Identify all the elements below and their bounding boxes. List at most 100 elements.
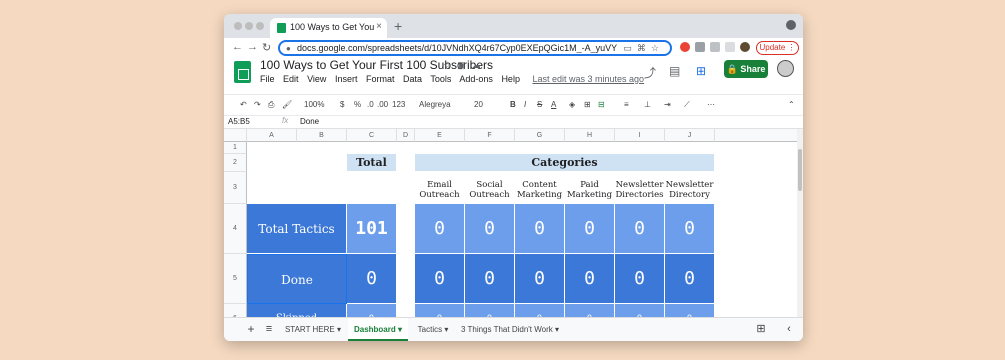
name-box[interactable]: A5:B5 — [228, 117, 250, 126]
sheet-tab-start-here[interactable]: START HERE ▾ — [282, 318, 344, 341]
meet-icon[interactable]: ⊞ — [696, 64, 706, 78]
total-header[interactable]: Total — [347, 154, 397, 172]
reload-icon[interactable]: ↻ — [262, 41, 271, 54]
avatar[interactable] — [777, 60, 794, 77]
column-header-f[interactable]: F — [465, 129, 515, 142]
skipped-value[interactable]: 0 — [515, 304, 565, 317]
column-header-h[interactable]: H — [565, 129, 615, 142]
done-value[interactable]: 0 — [465, 254, 515, 304]
vertical-align-icon[interactable]: ⊥ — [644, 100, 651, 109]
total-tactics-value[interactable]: 0 — [515, 204, 565, 254]
menu-edit[interactable]: Edit — [283, 74, 299, 84]
skipped-value[interactable]: 0 — [615, 304, 665, 317]
star-move-cloud-icon[interactable]: ☆▣☁ — [443, 60, 487, 71]
last-edit-link[interactable]: Last edit was 3 minutes ago — [532, 74, 644, 84]
scrollbar-thumb[interactable] — [798, 149, 802, 191]
skipped-value[interactable]: 0 — [415, 304, 465, 317]
format-select[interactable]: 123 — [392, 100, 405, 109]
decrease-decimal-button[interactable]: .0 — [367, 100, 374, 109]
row-header-6[interactable]: 6 — [224, 304, 247, 317]
row-label-skipped[interactable]: Skipped — [247, 304, 347, 317]
menu-format[interactable]: Format — [366, 74, 395, 84]
skipped-value[interactable]: 0 — [665, 304, 715, 317]
more-icon[interactable]: ⋯ — [707, 100, 715, 109]
extension-icon[interactable] — [680, 42, 690, 52]
media-icon[interactable] — [725, 42, 735, 52]
sheets-logo-icon[interactable] — [234, 61, 251, 83]
total-tactics-value[interactable]: 0 — [565, 204, 615, 254]
menu-tools[interactable]: Tools — [430, 74, 451, 84]
total-tactics-value[interactable]: 0 — [665, 204, 715, 254]
column-header-e[interactable]: E — [415, 129, 465, 142]
sheet-tab-tactics[interactable]: Tactics ▾ — [412, 318, 454, 341]
italic-icon[interactable]: I — [524, 100, 526, 109]
column-header-g[interactable]: G — [515, 129, 565, 142]
row-header-1[interactable]: 1 — [224, 142, 247, 154]
puzzle-icon[interactable] — [710, 42, 720, 52]
column-header-c[interactable]: C — [347, 129, 397, 142]
formula-input[interactable]: Done — [300, 117, 319, 126]
borders-icon[interactable]: ⊞ — [584, 100, 591, 109]
align-left-icon[interactable]: ≡ — [624, 100, 629, 109]
vertical-scrollbar[interactable] — [797, 129, 803, 317]
column-header-b[interactable]: B — [297, 129, 347, 142]
add-sheet-button[interactable]: + — [244, 318, 258, 341]
menu-data[interactable]: Data — [403, 74, 422, 84]
text-color-icon[interactable]: A — [551, 100, 556, 109]
currency-button[interactable]: $ — [340, 100, 344, 109]
category-newsletter-directory[interactable]: Newsletter Directory — [665, 180, 715, 204]
activity-icon[interactable]: ⤴ — [644, 64, 656, 81]
bold-icon[interactable]: B — [510, 100, 516, 109]
share-button[interactable]: 🔒 Share — [724, 60, 768, 78]
extension-icon[interactable] — [695, 42, 705, 52]
category-email-outreach[interactable]: Email Outreach — [415, 180, 465, 204]
text-rotation-icon[interactable]: ⟋ — [684, 100, 690, 110]
all-sheets-button[interactable]: ≡ — [262, 318, 276, 341]
menu-file[interactable]: File — [260, 74, 275, 84]
done-value[interactable]: 0 — [615, 254, 665, 304]
done-value[interactable]: 0 — [515, 254, 565, 304]
column-header-a[interactable]: A — [247, 129, 297, 142]
total-tactics-value[interactable]: 0 — [615, 204, 665, 254]
row-header-3[interactable]: 3 — [224, 172, 247, 204]
menu-help[interactable]: Help — [501, 74, 520, 84]
tab-close-icon[interactable]: × — [376, 21, 382, 32]
zoom-select[interactable]: 100% — [304, 100, 324, 109]
done-value[interactable]: 0 — [665, 254, 715, 304]
menu-view[interactable]: View — [307, 74, 326, 84]
browser-tab[interactable]: 100 Ways to Get Your First 100 × — [270, 18, 387, 38]
merge-cells-icon[interactable]: ⊟ — [598, 100, 605, 109]
category-newsletter-directories[interactable]: Newsletter Directories — [615, 180, 665, 204]
collapse-sidebar-icon[interactable]: ‹ — [782, 318, 796, 341]
forward-icon[interactable]: → — [247, 41, 258, 53]
strikethrough-icon[interactable]: S — [537, 100, 542, 109]
row-header-4[interactable]: 4 — [224, 204, 247, 254]
column-header-j[interactable]: J — [665, 129, 715, 142]
select-all-corner[interactable] — [224, 129, 247, 142]
back-icon[interactable]: ← — [232, 41, 243, 53]
new-tab-button[interactable]: + — [394, 18, 402, 34]
window-menu-icon[interactable] — [786, 20, 796, 30]
column-header-i[interactable]: I — [615, 129, 665, 142]
window-control-close[interactable] — [234, 22, 242, 30]
increase-decimal-button[interactable]: .00 — [377, 100, 388, 109]
paint-format-icon[interactable]: 🖌 — [282, 100, 292, 109]
window-control-minimize[interactable] — [245, 22, 253, 30]
profile-icon[interactable] — [740, 42, 750, 52]
fill-color-icon[interactable]: ◈ — [569, 100, 575, 109]
sheet-tab-3-things[interactable]: 3 Things That Didn't Work ▾ — [460, 318, 560, 341]
skipped-value[interactable]: 0 — [465, 304, 515, 317]
row-label-done[interactable]: Done — [247, 254, 347, 304]
omnibox-actions-icon[interactable]: ▭⌘☆ — [623, 43, 664, 54]
total-tactics-value[interactable]: 0 — [465, 204, 515, 254]
address-bar[interactable]: ● docs.google.com/spreadsheets/d/10JVNdh… — [278, 40, 672, 56]
font-select[interactable]: Alegreya — [419, 100, 451, 109]
done-total[interactable]: 0 — [347, 254, 397, 304]
row-label-total-tactics[interactable]: Total Tactics — [247, 204, 347, 254]
menu-addons[interactable]: Add-ons — [459, 74, 493, 84]
done-value[interactable]: 0 — [415, 254, 465, 304]
done-value[interactable]: 0 — [565, 254, 615, 304]
sheet-tab-dashboard[interactable]: Dashboard ▾ — [348, 318, 408, 341]
redo-icon[interactable]: ↷ — [254, 100, 261, 109]
row-header-2[interactable]: 2 — [224, 154, 247, 172]
